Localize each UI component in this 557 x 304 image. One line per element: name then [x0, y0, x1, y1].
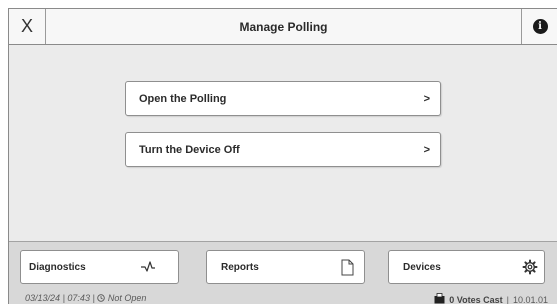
screen: X Manage Polling i Open the Polling > Tu…	[8, 8, 557, 304]
open-polling-label: Open the Polling	[139, 82, 226, 115]
polls-state: Not Open	[108, 293, 147, 303]
status-separator: |	[92, 293, 94, 303]
open-polling-button[interactable]: Open the Polling >	[125, 81, 441, 116]
info-button-area: i	[521, 9, 557, 44]
status-right: 0 Votes Cast | 10.01.01	[434, 293, 548, 304]
document-icon	[341, 251, 354, 283]
diagnostics-button[interactable]: Diagnostics	[20, 250, 179, 284]
turn-device-off-button[interactable]: Turn the Device Off >	[125, 132, 441, 167]
turn-device-off-label: Turn the Device Off	[139, 133, 240, 166]
reports-label: Reports	[221, 251, 259, 283]
pulse-icon	[140, 251, 156, 283]
footer-bar: Diagnostics Reports Devices	[9, 241, 557, 304]
status-date: 03/13/24	[25, 293, 60, 303]
reports-button[interactable]: Reports	[206, 250, 365, 284]
chevron-right-icon: >	[424, 133, 430, 166]
chevron-right-icon: >	[424, 82, 430, 115]
close-icon: X	[21, 16, 33, 37]
info-icon[interactable]: i	[533, 19, 548, 34]
status-time: 07:43	[67, 293, 90, 303]
diagnostics-label: Diagnostics	[29, 251, 86, 283]
devices-button[interactable]: Devices	[388, 250, 545, 284]
ballot-box-icon	[434, 293, 445, 304]
header-bar: X Manage Polling i	[9, 9, 557, 45]
page-title: Manage Polling	[45, 9, 522, 44]
close-button[interactable]: X	[9, 9, 46, 44]
gear-icon	[522, 251, 538, 283]
devices-label: Devices	[403, 251, 441, 283]
clock-icon	[97, 293, 108, 303]
status-separator: |	[63, 293, 65, 303]
status-left: 03/13/24 | 07:43 | Not Open	[25, 293, 146, 303]
status-bar: 03/13/24 | 07:43 | Not Open	[9, 290, 557, 304]
